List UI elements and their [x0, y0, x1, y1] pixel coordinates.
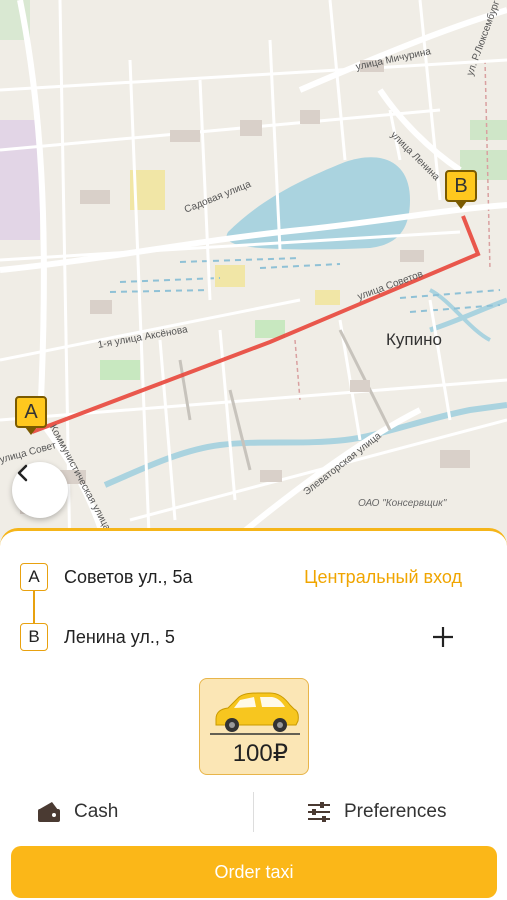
org-label: ОАО "Консервщик": [358, 498, 447, 509]
wallet-icon: [38, 802, 60, 822]
sliders-icon: [308, 802, 330, 822]
route-to-letter: B: [20, 623, 48, 651]
tariff-price: 100₽: [232, 740, 288, 767]
pin-a[interactable]: A: [15, 396, 47, 428]
route-to-address[interactable]: Ленина ул., 5: [64, 627, 175, 648]
city-label: Купино: [386, 330, 442, 349]
chevron-left-icon: [17, 464, 28, 482]
payment-divider: [253, 792, 254, 832]
pin-b[interactable]: B: [445, 170, 477, 202]
route-connector: [33, 590, 35, 624]
map-view[interactable]: улица Мичурина ул. Р.Люксембург улица Ле…: [0, 0, 507, 560]
route-from-entrance[interactable]: Центральный вход: [304, 567, 462, 588]
preferences-option[interactable]: Preferences: [306, 790, 446, 834]
order-taxi-button[interactable]: Order taxi: [11, 846, 497, 898]
car-icon: [210, 692, 300, 735]
route-from-address[interactable]: Советов ул., 5а: [64, 567, 193, 588]
cash-label: Cash: [74, 801, 119, 822]
cash-option[interactable]: Cash: [36, 790, 118, 834]
back-button[interactable]: [12, 462, 68, 518]
preferences-label: Preferences: [344, 801, 447, 822]
route-from-row[interactable]: A Советов ул., 5а Центральный вход: [20, 562, 480, 592]
plus-icon: [433, 627, 453, 647]
route-to-row[interactable]: B Ленина ул., 5: [20, 622, 480, 652]
add-stop-button[interactable]: [428, 622, 458, 652]
route-from-letter: A: [20, 563, 48, 591]
tariff-card[interactable]: 100₽: [199, 678, 309, 775]
